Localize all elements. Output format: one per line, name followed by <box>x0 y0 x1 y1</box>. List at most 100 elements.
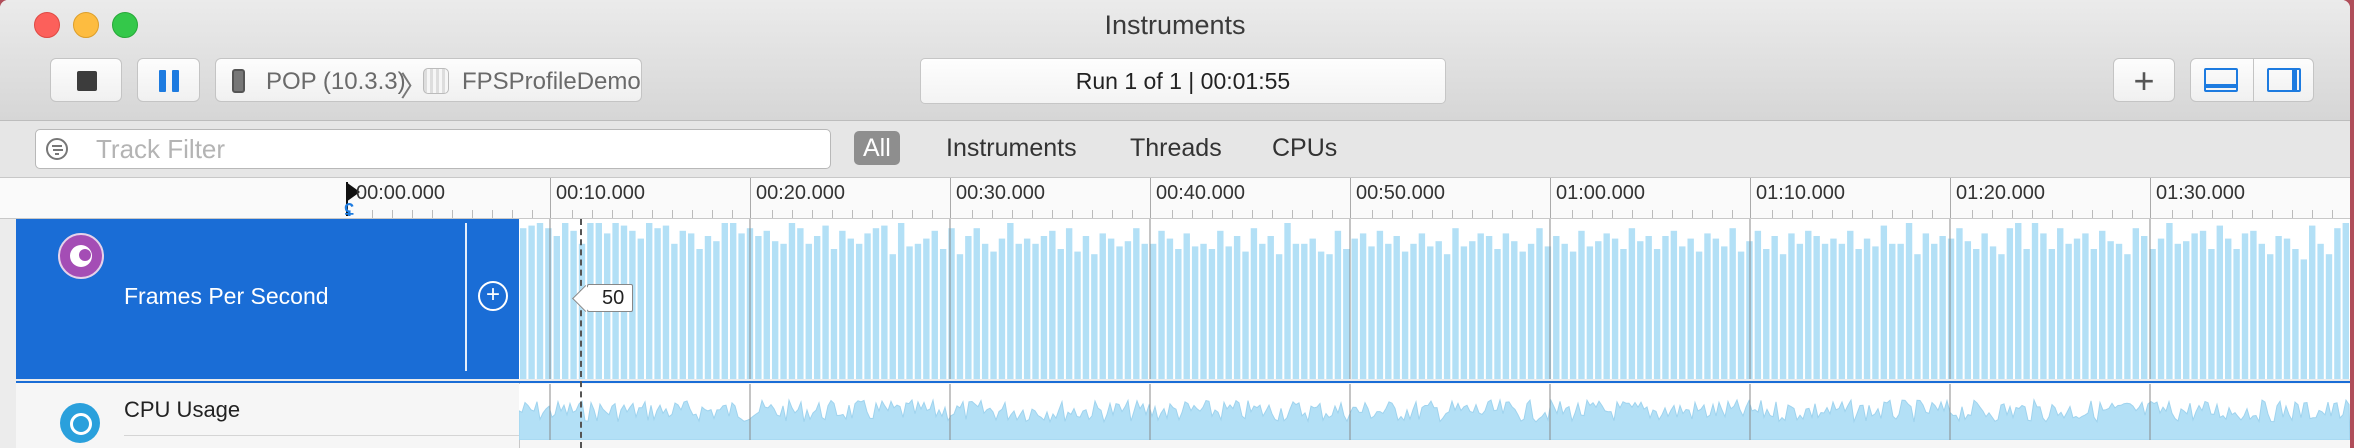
cpu-usage-chart <box>519 384 2350 440</box>
pause-recording-button[interactable] <box>137 58 200 102</box>
fps-bar <box>872 228 880 379</box>
fps-bar <box>1914 254 1921 379</box>
ruler-major-tick <box>1550 178 1551 218</box>
fps-bar <box>1460 246 1468 379</box>
ruler-minor-tick <box>532 210 533 218</box>
fps-bar <box>2073 238 2081 379</box>
ruler-minor-tick <box>1192 210 1193 218</box>
fps-bar <box>2283 238 2291 379</box>
toggle-detail-pane-icon[interactable] <box>2204 68 2238 92</box>
fps-bar <box>1191 246 1199 379</box>
stop-recording-button[interactable] <box>50 58 122 102</box>
ruler-minor-tick <box>1032 210 1033 218</box>
fps-bar <box>923 238 930 379</box>
fps-bar <box>1091 254 1098 379</box>
track-filter-input[interactable] <box>35 129 831 169</box>
fps-bar <box>1469 241 1476 379</box>
filter-tab-threads[interactable]: Threads <box>1130 131 1222 165</box>
ruler-minor-tick <box>1212 210 1213 218</box>
window-title: Instruments <box>1104 10 1246 40</box>
fps-bar <box>721 223 728 379</box>
fps-bar <box>1519 251 1526 379</box>
fps-bar <box>998 238 1006 379</box>
ruler-minor-tick <box>1632 210 1633 218</box>
fps-bar <box>1082 236 1090 379</box>
fps-bar <box>1637 241 1644 379</box>
ruler-minor-tick <box>1472 210 1473 218</box>
cpu-usage-graph[interactable] <box>519 384 2350 440</box>
fps-bar <box>1267 236 1274 379</box>
fps-bar <box>1334 230 1342 379</box>
fps-bar <box>1477 233 1484 379</box>
fps-bar <box>679 230 686 379</box>
filter-tab-cpus[interactable]: CPUs <box>1272 131 1337 165</box>
ruler-time-label: 00:10.000 <box>556 182 645 204</box>
fps-bar <box>2082 233 2089 379</box>
filter-icon <box>46 138 68 160</box>
ruler-major-tick <box>950 178 951 218</box>
fps-bar <box>738 233 745 379</box>
filter-tab-instruments[interactable]: Instruments <box>946 131 1077 165</box>
ruler-minor-tick <box>1892 210 1893 218</box>
fps-bar <box>2040 233 2047 379</box>
ruler-minor-tick <box>2312 210 2313 218</box>
target-selector[interactable]: POP (10.3.3) 〉 FPSProfileDemo <box>215 58 642 102</box>
ruler-minor-tick <box>1132 210 1133 218</box>
ruler-time-label: 01:20.000 <box>1956 182 2045 204</box>
ruler-minor-tick <box>932 210 933 218</box>
fps-bar <box>2225 238 2232 379</box>
fps-bar <box>1376 230 1384 379</box>
fps-bar <box>1208 249 1216 379</box>
ruler-minor-tick <box>2112 210 2113 218</box>
fps-bar <box>1124 241 1132 379</box>
fps-bar <box>1779 254 1787 379</box>
fps-bar <box>889 254 896 379</box>
fps-bar <box>813 236 821 379</box>
inspection-cursor[interactable] <box>580 219 582 448</box>
track-header[interactable]: Frames Per Second + <box>16 219 519 379</box>
fps-bar <box>1057 249 1064 379</box>
app-icon <box>423 68 449 94</box>
fps-bar <box>1569 251 1577 379</box>
fps-bar <box>2199 230 2207 379</box>
ruler-time-label: 01:30.000 <box>2156 182 2245 204</box>
fps-bar <box>1494 249 1501 379</box>
ruler-minor-tick <box>1912 210 1913 218</box>
fps-bar <box>2317 243 2324 379</box>
fps-bar <box>570 230 577 379</box>
fps-bar <box>1586 246 1594 379</box>
ruler-minor-tick <box>2052 210 2053 218</box>
ruler-minor-tick <box>1092 210 1093 218</box>
fps-bar <box>990 251 997 379</box>
add-track-button[interactable]: + <box>478 281 508 311</box>
fps-bar <box>2241 233 2249 379</box>
track-header[interactable]: CPU Usage <box>16 383 519 448</box>
toggle-inspector-pane-icon[interactable] <box>2267 68 2301 92</box>
ruler-minor-tick <box>2012 210 2013 218</box>
fps-bar <box>2107 241 2114 379</box>
ruler-minor-tick <box>1452 210 1453 218</box>
add-instrument-button[interactable]: + <box>2113 58 2175 102</box>
timeline-ruler[interactable]: ʢ 00:00.000 00:10.000 00:20.000 00:30.000 00… <box>0 178 2350 221</box>
fps-bar <box>2208 249 2215 379</box>
fps-bar <box>948 228 955 379</box>
fps-bar <box>1158 230 1165 379</box>
fps-bar <box>788 223 796 379</box>
fps-bar <box>1107 238 1115 379</box>
filter-tab-all[interactable]: All <box>854 131 900 165</box>
ruler-time-label: 01:10.000 <box>1756 182 1845 204</box>
playhead-icon[interactable]: ʢ <box>344 200 354 221</box>
ruler-minor-tick <box>1732 210 1733 218</box>
fps-bar <box>797 228 804 379</box>
ruler-minor-tick <box>1412 210 1413 218</box>
fps-graph[interactable] <box>519 219 2350 379</box>
ruler-major-tick <box>1350 178 1351 218</box>
ruler-minor-tick <box>412 210 413 218</box>
fps-bar <box>1259 243 1266 379</box>
ruler-minor-tick <box>1932 210 1933 218</box>
fps-bar <box>2300 259 2308 379</box>
divider <box>465 223 467 371</box>
fps-bar <box>2057 228 2064 379</box>
fps-bar <box>1553 236 1560 379</box>
track-frames-per-second[interactable]: Frames Per Second + <box>16 219 2350 379</box>
